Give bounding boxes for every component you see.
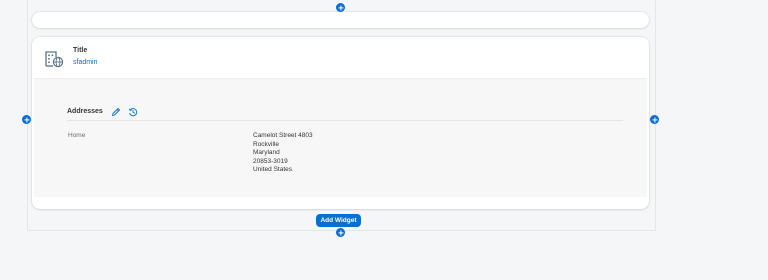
card-body: Addresses Home Camelot Street 4803 Rockv…	[34, 78, 647, 197]
address-value: Camelot Street 4803 Rockville Maryland 2…	[253, 132, 313, 175]
add-below-plus-icon[interactable]	[336, 228, 345, 237]
section-title: Addresses	[67, 108, 103, 115]
add-widget-button[interactable]: Add Widget	[316, 214, 361, 227]
section-divider	[67, 120, 623, 121]
address-line: United States	[253, 166, 293, 173]
address-line: 20853-3019	[253, 157, 288, 165]
address-line: Rockville	[253, 140, 280, 148]
card-header: Title sfadmin	[32, 37, 649, 78]
widget-card: Title sfadmin Addresses Home Camelot Str…	[32, 37, 649, 209]
widget-card-collapsed[interactable]	[32, 12, 649, 28]
history-icon[interactable]	[128, 107, 138, 117]
globe-building-icon	[45, 51, 64, 68]
address-line: Camelot Street 4803	[253, 132, 313, 139]
edit-icon[interactable]	[111, 107, 121, 117]
add-left-plus-icon[interactable]	[22, 115, 31, 124]
card-title: Title	[73, 47, 88, 54]
address-line: Maryland	[253, 149, 280, 156]
address-type-label: Home	[68, 132, 86, 139]
add-above-plus-icon[interactable]	[336, 3, 345, 12]
card-subtitle[interactable]: sfadmin	[73, 59, 98, 66]
add-right-plus-icon[interactable]	[650, 115, 659, 124]
